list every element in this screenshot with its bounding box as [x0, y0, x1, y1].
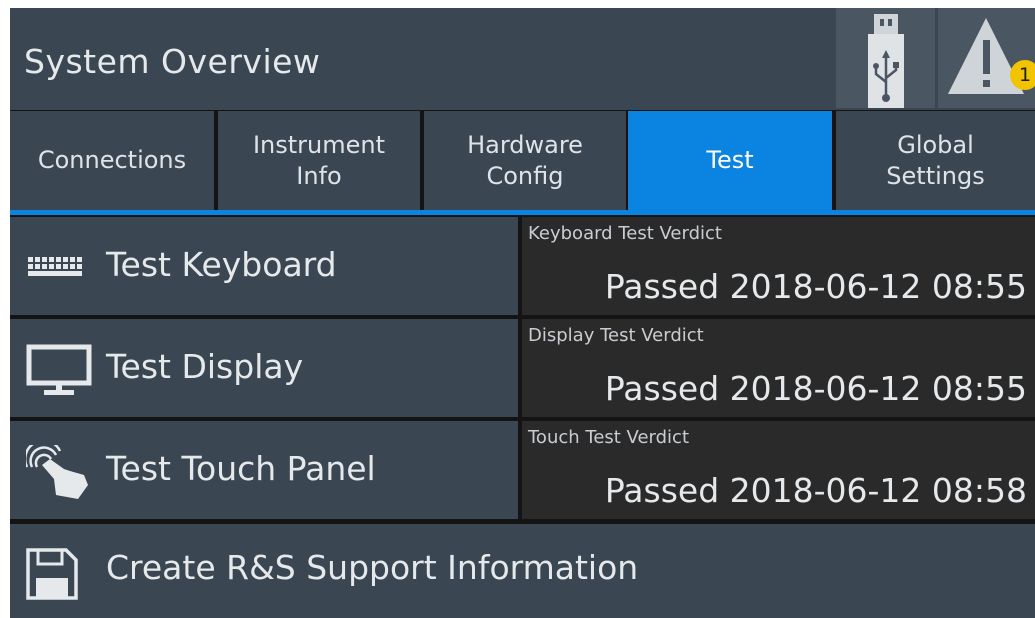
touch-verdict-panel: Touch Test Verdict Passed 2018-06-12 08:…: [522, 421, 1035, 519]
display-verdict-title: Display Test Verdict: [528, 325, 704, 346]
keyboard-icon: [28, 257, 82, 276]
test-touch-panel-label: Test Touch Panel: [106, 449, 376, 488]
display-verdict-panel: Display Test Verdict Passed 2018-06-12 0…: [522, 319, 1035, 417]
monitor-icon: [26, 344, 92, 395]
touch-verdict-value: Passed 2018-06-12 08:58: [604, 471, 1027, 510]
test-display-label: Test Display: [106, 347, 304, 386]
keyboard-verdict-value: Passed 2018-06-12 08:55: [604, 267, 1027, 306]
test-keyboard-button[interactable]: Test Keyboard: [10, 217, 518, 315]
page-title: System Overview: [24, 42, 321, 81]
tab-bar: Connections Instrument Info Hardware Con…: [10, 111, 1035, 210]
usb-button[interactable]: [836, 8, 935, 108]
warning-icon: [948, 18, 1024, 94]
keyboard-verdict-title: Keyboard Test Verdict: [528, 223, 722, 244]
tab-hardware-config[interactable]: Hardware Config: [424, 111, 626, 210]
tab-instrument-info[interactable]: Instrument Info: [218, 111, 420, 210]
system-overview-window: System Overview 1 Connections Instrument…: [10, 8, 1035, 618]
usb-icon: [868, 14, 904, 108]
active-tab-underline: [10, 210, 1035, 215]
touch-icon: [26, 445, 88, 499]
keyboard-verdict-panel: Keyboard Test Verdict Passed 2018-06-12 …: [522, 217, 1035, 315]
test-touch-panel-button[interactable]: Test Touch Panel: [10, 421, 518, 519]
warning-button[interactable]: 1: [938, 8, 1035, 108]
floppy-disk-icon: [26, 548, 78, 600]
tab-global-settings[interactable]: Global Settings: [836, 111, 1035, 210]
touch-verdict-title: Touch Test Verdict: [528, 427, 690, 448]
test-keyboard-label: Test Keyboard: [106, 245, 337, 284]
create-support-info-label: Create R&S Support Information: [106, 548, 639, 587]
title-bar: System Overview 1: [10, 8, 1035, 110]
warning-count-badge: 1: [1010, 60, 1035, 90]
display-verdict-value: Passed 2018-06-12 08:55: [604, 369, 1027, 408]
test-display-button[interactable]: Test Display: [10, 319, 518, 417]
tab-connections[interactable]: Connections: [10, 111, 214, 210]
create-support-info-button[interactable]: Create R&S Support Information: [10, 524, 1035, 618]
tab-test[interactable]: Test: [628, 111, 832, 210]
